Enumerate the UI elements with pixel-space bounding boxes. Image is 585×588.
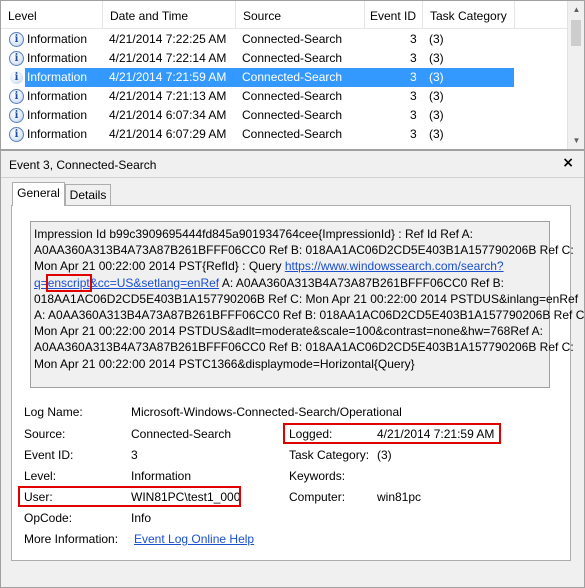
row-task: (3) [429,32,444,46]
close-icon[interactable]: × [562,155,574,171]
row-source: Connected-Search [242,89,343,103]
description-line: Mon Apr 21 00:22:00 2014 PSTDUS&adlt=mod… [34,324,544,339]
row-datetime: 4/21/2014 6:07:29 AM [109,127,227,141]
row-source: Connected-Search [242,108,343,122]
row-task: (3) [429,108,444,122]
information-icon: i [9,108,24,123]
row-task: (3) [429,70,444,84]
query-link-part[interactable]: q= [34,276,48,290]
tab-details[interactable]: Details [65,184,111,206]
description-line: Mon Apr 21 00:22:00 2014 PSTC1366&displa… [34,356,415,371]
column-header-level[interactable]: Level [1,1,102,29]
row-datetime: 4/21/2014 7:22:14 AM [109,51,227,65]
query-link[interactable]: https://www.windowssearch.com/search? [285,259,504,273]
row-source: Connected-Search [242,32,343,46]
event-rows: i Information 4/21/2014 7:22:25 AM Conne… [1,30,568,144]
table-row[interactable]: i Information 4/21/2014 6:07:34 AM Conne… [1,106,568,125]
event-id-value: 3 [131,448,138,462]
keywords-label: Keywords: [289,469,346,483]
event-id-label: Event ID: [24,448,74,462]
event-log-online-help-link[interactable]: Event Log Online Help [134,532,254,546]
chevron-down-icon[interactable]: ▼ [568,132,585,149]
level-label: Level: [24,469,57,483]
event-list-header: Level Date and Time Source Event ID Task… [1,1,568,29]
description-line: Impression Id b99c3909695444fd845a901934… [34,227,473,241]
row-source: Connected-Search [242,127,343,141]
level-value: Information [131,469,192,483]
row-source: Connected-Search [242,51,343,65]
opcode-label: OpCode: [24,511,73,525]
table-row-selected[interactable]: i Information 4/21/2014 7:21:59 AM Conne… [1,68,568,87]
description-line: Mon Apr 21 00:22:00 2014 PST{RefId} : Qu… [31,258,549,274]
row-event-id: 3 [410,51,417,65]
description-line: 018AA1AC06D2CD5E403B1A157790206B Ref C: … [34,291,579,306]
description-text: A: A0AA360A313B4A73A87B261BFFF06CC0 Ref … [219,275,504,290]
source-label: Source: [24,427,66,441]
row-event-id: 3 [410,108,417,122]
query-link-part[interactable]: &cc=US&setlang=enRef [90,276,219,290]
table-row[interactable]: i Information 4/21/2014 7:22:25 AM Conne… [1,30,568,49]
tab-general[interactable]: General [12,182,65,206]
row-task: (3) [429,51,444,65]
computer-label: Computer: [289,490,346,504]
source-value: Connected-Search [131,427,232,441]
log-name-label: Log Name: [24,405,83,419]
row-event-id: 3 [410,89,417,103]
chevron-up-icon[interactable]: ▲ [568,1,585,18]
description-line: A0AA360A313B4A73A87B261BFFF06CC0 Ref B: … [34,243,574,258]
row-event-id: 3 [410,70,417,84]
information-icon: i [9,51,24,66]
row-level: Information [27,51,88,65]
row-level: Information [27,127,88,141]
row-datetime: 4/21/2014 7:21:59 AM [109,70,227,84]
logged-highlight-box [283,423,501,444]
more-information-label: More Information: [24,532,119,546]
column-header-date-and-time[interactable]: Date and Time [102,1,235,29]
row-event-id: 3 [410,32,417,46]
row-task: (3) [429,89,444,103]
information-icon: i [9,89,24,104]
row-source: Connected-Search [242,70,343,84]
row-datetime: 4/21/2014 7:21:13 AM [109,89,227,103]
description-line: A: A0AA360A313B4A73A87B261BFFF06CC0 Ref … [34,308,585,323]
scroll-thumb[interactable] [571,20,581,46]
divider [1,177,584,178]
row-level: Information [27,32,88,46]
table-row[interactable]: i Information 4/21/2014 6:07:29 AM Conne… [1,125,568,144]
description-text: Mon Apr 21 00:22:00 2014 PST{RefId} : Qu… [34,259,285,274]
log-name-value: Microsoft-Windows-Connected-Search/Opera… [131,405,402,419]
row-level: Information [27,89,88,103]
vertical-scrollbar[interactable]: ▲ ▼ [567,1,584,149]
information-icon: i [9,70,24,85]
description-line: q=enscript&cc=US&setlang=enRef A: A0AA36… [31,273,549,292]
row-task: (3) [429,127,444,141]
description-line: A0AA360A313B4A73A87B261BFFF06CC0 Ref B: … [34,340,574,355]
column-header-source[interactable]: Source [235,1,364,29]
task-category-value: (3) [377,448,392,462]
computer-value: win81pc [377,490,422,504]
general-tab-body: Impression Id b99c3909695444fd845a901934… [11,205,585,561]
column-header-event-id[interactable]: Event ID [364,1,422,29]
task-category-label: Task Category: [289,448,370,462]
information-icon: i [9,32,24,47]
column-header-filler [514,1,568,29]
user-highlight-box [18,486,241,507]
row-datetime: 4/21/2014 7:22:25 AM [109,32,227,46]
highlighted-query-term[interactable]: enscript [45,273,92,292]
table-row[interactable]: i Information 4/21/2014 7:22:14 AM Conne… [1,49,568,68]
pane-title: Event 3, Connected-Search [9,158,157,172]
information-icon: i [9,127,24,142]
event-description: Impression Id b99c3909695444fd845a901934… [30,221,585,388]
opcode-value: Info [131,511,152,525]
row-level: Information [27,108,88,122]
column-header-task-category[interactable]: Task Category [422,1,514,29]
row-datetime: 4/21/2014 6:07:34 AM [109,108,227,122]
table-row[interactable]: i Information 4/21/2014 7:21:13 AM Conne… [1,87,568,106]
row-event-id: 3 [410,127,417,141]
event-list: Level Date and Time Source Event ID Task… [0,0,585,150]
